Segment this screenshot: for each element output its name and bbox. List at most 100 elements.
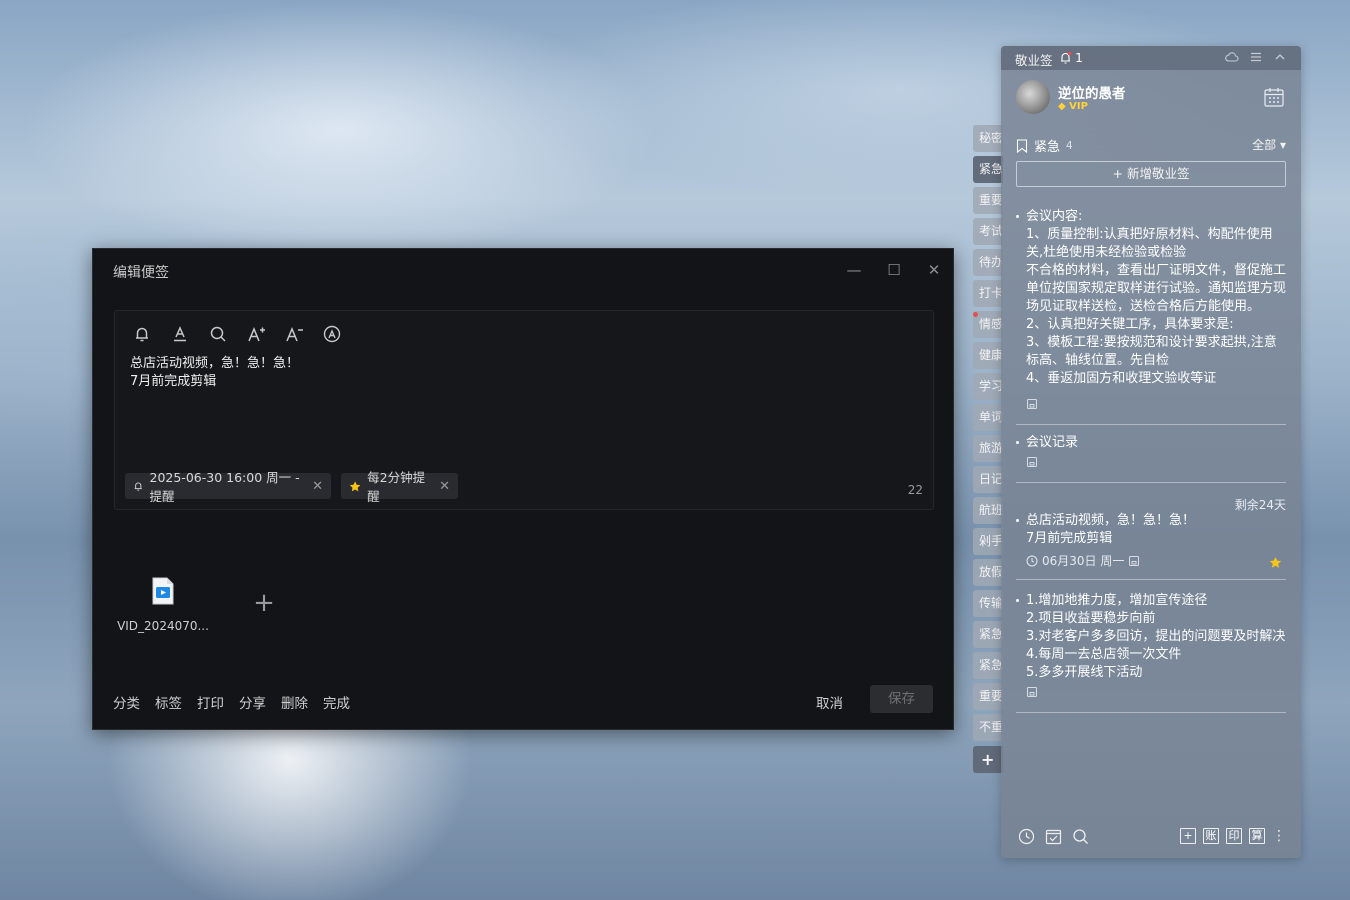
- note-item[interactable]: 1.增加地推力度，增加宣传途径 2.项目收益要稳步向前 3.对老客户多多回访，提…: [1016, 592, 1286, 713]
- side-tab-todo[interactable]: 待办: [973, 249, 1003, 276]
- menu-icon[interactable]: [1249, 50, 1263, 64]
- lock-icon[interactable]: [1026, 398, 1038, 410]
- side-tab-not-important[interactable]: 不重: [973, 714, 1003, 741]
- close-icon[interactable]: ✕: [921, 259, 947, 281]
- share-button[interactable]: 分享: [239, 692, 266, 712]
- lock-icon[interactable]: [1026, 456, 1038, 468]
- save-button[interactable]: 保存: [870, 685, 933, 713]
- remove-repeat-icon[interactable]: ✕: [439, 479, 450, 494]
- add-note-button[interactable]: + 新增敬业签: [1016, 161, 1286, 187]
- side-tab-urgent-2[interactable]: 紧急: [973, 621, 1003, 648]
- clock-icon[interactable]: [1018, 828, 1035, 845]
- note-item[interactable]: 剩余24天 总店活动视频，急！急！急！ 7月前完成剪辑 06月30日 周一: [1016, 498, 1286, 580]
- panel-header[interactable]: 敬业签 1: [1001, 46, 1301, 70]
- side-tab-checkin[interactable]: 打卡: [973, 280, 1003, 307]
- attachment-video[interactable]: VID_2024070...: [117, 577, 209, 633]
- cloud-sync-icon[interactable]: [1225, 50, 1239, 64]
- panel-footer: + 账 印 算 ⋮: [1001, 826, 1301, 848]
- reminder-bell[interactable]: 1: [1059, 50, 1083, 65]
- star-icon[interactable]: [1269, 556, 1282, 569]
- note-text: 会议内容: 1、质量控制:认真把好原材料、构配件使用关,杜绝使用未经检验或检验 …: [1026, 209, 1286, 386]
- side-tab-exam[interactable]: 考试: [973, 218, 1003, 245]
- bell-icon: [1061, 51, 1072, 64]
- unread-dot: [973, 312, 978, 317]
- clock-icon: [1026, 555, 1038, 566]
- remaining-days: 剩余24天: [1234, 498, 1286, 512]
- search-icon[interactable]: [209, 325, 227, 343]
- account-button[interactable]: 账: [1203, 828, 1219, 844]
- note-text: 总店活动视频，急！急！急！ 7月前完成剪辑: [1026, 513, 1196, 546]
- side-tab-words[interactable]: 单词: [973, 404, 1003, 431]
- remove-reminder-icon[interactable]: ✕: [312, 479, 323, 494]
- filter-label: 全部: [1252, 138, 1277, 152]
- format-clear-icon[interactable]: [323, 325, 341, 343]
- repeat-reminder-chip[interactable]: 每2分钟提醒 ✕: [341, 470, 458, 504]
- more-icon[interactable]: ⋮: [1272, 828, 1286, 844]
- font-increase-icon[interactable]: [247, 325, 265, 343]
- calendar-icon[interactable]: [1263, 86, 1285, 108]
- side-tab-study[interactable]: 学习: [973, 373, 1003, 400]
- side-tab-secret[interactable]: 秘密: [973, 125, 1003, 152]
- note-divider: [1016, 579, 1286, 580]
- collapse-icon[interactable]: [1273, 50, 1287, 64]
- calculator-button[interactable]: 算: [1249, 828, 1265, 844]
- side-tab-urgent-3[interactable]: 紧急: [973, 652, 1003, 679]
- side-tab-flight[interactable]: 航班: [973, 497, 1003, 524]
- header-icons: [1225, 50, 1287, 64]
- notes-panel: 敬业签 1 逆位的愚者 ◆ VIP 紧急 4 全部 ▾ + 新增敬业签 会议内容…: [1001, 46, 1301, 858]
- side-tab-shopping[interactable]: 剁手: [973, 528, 1003, 555]
- print-button[interactable]: 打印: [197, 692, 224, 712]
- side-tab-holiday[interactable]: 放假: [973, 559, 1003, 586]
- current-category[interactable]: 紧急 4: [1016, 136, 1073, 155]
- minimize-icon[interactable]: —: [841, 259, 867, 281]
- add-icon[interactable]: +: [1180, 828, 1196, 844]
- font-color-icon[interactable]: [171, 325, 189, 343]
- filter-dropdown[interactable]: 全部 ▾: [1252, 136, 1286, 153]
- username[interactable]: 逆位的愚者: [1058, 82, 1126, 102]
- app-name: 敬业签: [1015, 53, 1053, 68]
- note-editor[interactable]: 总店活动视频，急！急！急！ 7月前完成剪辑 2025-06-30 16:00 周…: [114, 310, 934, 510]
- vip-label: VIP: [1069, 101, 1088, 112]
- note-reminder-meta: 06月30日 周一: [1026, 552, 1286, 569]
- avatar[interactable]: [1016, 80, 1050, 114]
- side-tab-health[interactable]: 健康: [973, 342, 1003, 369]
- note-divider: [1016, 712, 1286, 713]
- category-name: 紧急: [1034, 140, 1061, 155]
- lock-icon[interactable]: [1128, 555, 1140, 567]
- side-tab-transfer[interactable]: 传输: [973, 590, 1003, 617]
- tag-button[interactable]: 标签: [155, 692, 182, 712]
- note-item[interactable]: 会议记录: [1016, 434, 1286, 483]
- lock-icon[interactable]: [1026, 686, 1038, 698]
- side-tab-important-2[interactable]: 重要: [973, 683, 1003, 710]
- checkbox-icon[interactable]: [1045, 828, 1062, 845]
- attachment-filename: VID_2024070...: [117, 619, 209, 633]
- reminder-text: 2025-06-30 16:00 周一 - 提醒: [149, 470, 300, 504]
- side-tab-urgent[interactable]: 紧急: [973, 156, 1003, 183]
- delete-button[interactable]: 删除: [281, 692, 308, 712]
- category-count: 4: [1066, 139, 1073, 152]
- side-tab-diary[interactable]: 日记: [973, 466, 1003, 493]
- side-tab-travel[interactable]: 旅游: [973, 435, 1003, 462]
- note-item[interactable]: 会议内容: 1、质量控制:认真把好原材料、构配件使用关,杜绝使用未经检验或检验 …: [1016, 208, 1286, 425]
- category-button[interactable]: 分类: [113, 692, 140, 712]
- complete-button[interactable]: 完成: [323, 692, 350, 712]
- add-attachment-icon[interactable]: +: [253, 590, 275, 616]
- print-button[interactable]: 印: [1226, 828, 1242, 844]
- title-bar[interactable]: 编辑便签 — ☐ ✕: [93, 249, 953, 291]
- note-divider: [1016, 424, 1286, 425]
- char-count: 22: [907, 483, 923, 497]
- cancel-button[interactable]: 取消: [816, 692, 843, 712]
- note-text: 1.增加地推力度，增加宣传途径 2.项目收益要稳步向前 3.对老客户多多回访，提…: [1026, 593, 1286, 680]
- edit-note-window: 编辑便签 — ☐ ✕ 总店活动视频，急！急！急！ 7月前完成剪辑 2025-06…: [92, 248, 954, 730]
- bell-icon[interactable]: [133, 325, 151, 343]
- side-tab-important[interactable]: 重要: [973, 187, 1003, 214]
- add-category-button[interactable]: +: [973, 746, 1003, 773]
- repeat-reminder-text: 每2分钟提醒: [367, 470, 426, 504]
- footer-left-tools: [1018, 828, 1089, 845]
- search-icon[interactable]: [1072, 828, 1089, 845]
- note-text: 会议记录: [1026, 435, 1079, 450]
- font-decrease-icon[interactable]: [285, 325, 303, 343]
- maximize-icon[interactable]: ☐: [881, 259, 907, 281]
- reminder-chip[interactable]: 2025-06-30 16:00 周一 - 提醒 ✕: [125, 470, 331, 504]
- note-content[interactable]: 总店活动视频，急！急！急！ 7月前完成剪辑: [130, 355, 299, 391]
